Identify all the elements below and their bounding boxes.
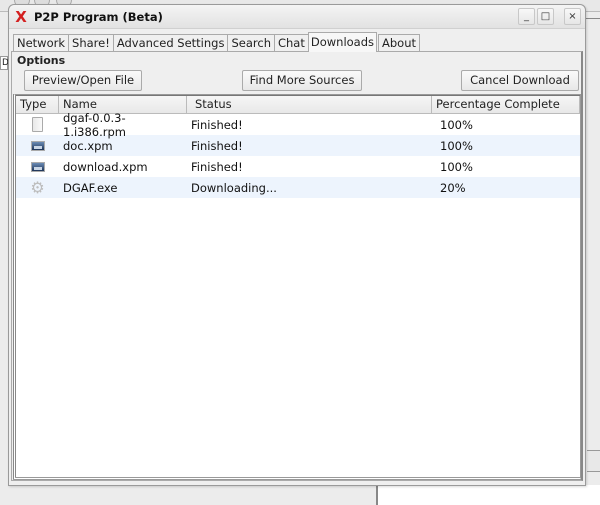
cancel-download-button[interactable]: Cancel Download	[461, 70, 579, 91]
tab-network[interactable]: Network	[13, 34, 70, 52]
tab-chat[interactable]: Chat	[273, 34, 309, 52]
tab-advanced-settings[interactable]: Advanced Settings	[112, 34, 229, 52]
table-row[interactable]: dgaf-0.0.3-1.i386.rpm Finished! 100%	[16, 111, 580, 139]
background-divider	[585, 18, 600, 19]
background-panel	[587, 450, 600, 472]
tab-downloads[interactable]: Downloads	[307, 32, 378, 52]
minimize-button[interactable]: _	[518, 8, 535, 25]
column-header-status[interactable]: Status	[187, 96, 432, 113]
window-title: P2P Program (Beta)	[34, 9, 163, 24]
options-label: Options	[17, 54, 66, 67]
downloads-panel: Options Preview/Open File Find More Sour…	[11, 51, 583, 481]
percent-complete: 100%	[440, 138, 473, 153]
download-status: Finished!	[191, 159, 243, 174]
background-left-fragment: D	[0, 56, 9, 70]
percent-complete: 20%	[440, 180, 466, 195]
preview-open-file-button[interactable]: Preview/Open File	[24, 70, 142, 91]
close-button[interactable]: ×	[564, 8, 581, 25]
tab-about[interactable]: About	[378, 34, 421, 52]
background-panel-bottom	[376, 485, 600, 505]
file-name: doc.xpm	[63, 138, 113, 153]
column-header-type[interactable]: Type	[16, 96, 59, 113]
table-row[interactable]: doc.xpm Finished! 100%	[16, 135, 580, 156]
image-icon	[30, 161, 45, 172]
x-logo-icon: X	[15, 7, 27, 26]
document-icon	[32, 117, 43, 132]
percent-complete: 100%	[440, 117, 473, 132]
tab-bar: Network Share! Advanced Settings Search …	[13, 32, 421, 52]
downloads-table[interactable]: Type Name Status Percentage Complete dga…	[13, 94, 581, 480]
tab-share[interactable]: Share!	[68, 34, 114, 52]
file-name: dgaf-0.0.3-1.i386.rpm	[63, 110, 127, 139]
tab-search[interactable]: Search	[227, 34, 275, 52]
title-bar[interactable]: X P2P Program (Beta) _ □ ×	[9, 5, 585, 29]
p2p-window: X P2P Program (Beta) _ □ × Network Share…	[8, 4, 586, 486]
image-icon	[30, 140, 45, 151]
file-name: download.xpm	[63, 159, 148, 174]
column-header-percentage[interactable]: Percentage Complete	[432, 96, 580, 113]
table-row[interactable]: download.xpm Finished! 100%	[16, 156, 580, 177]
executable-gear-icon: ⚙	[30, 177, 45, 197]
download-status: Downloading...	[191, 180, 277, 195]
find-more-sources-button[interactable]: Find More Sources	[242, 70, 362, 91]
file-name: DGAF.exe	[63, 180, 118, 195]
percent-complete: 100%	[440, 159, 473, 174]
maximize-button[interactable]: □	[537, 8, 554, 25]
download-status: Finished!	[191, 138, 243, 153]
table-row[interactable]: ⚙ DGAF.exe Downloading... 20%	[16, 177, 580, 198]
download-status: Finished!	[191, 117, 243, 132]
window-controls: _ □ ×	[518, 8, 581, 25]
